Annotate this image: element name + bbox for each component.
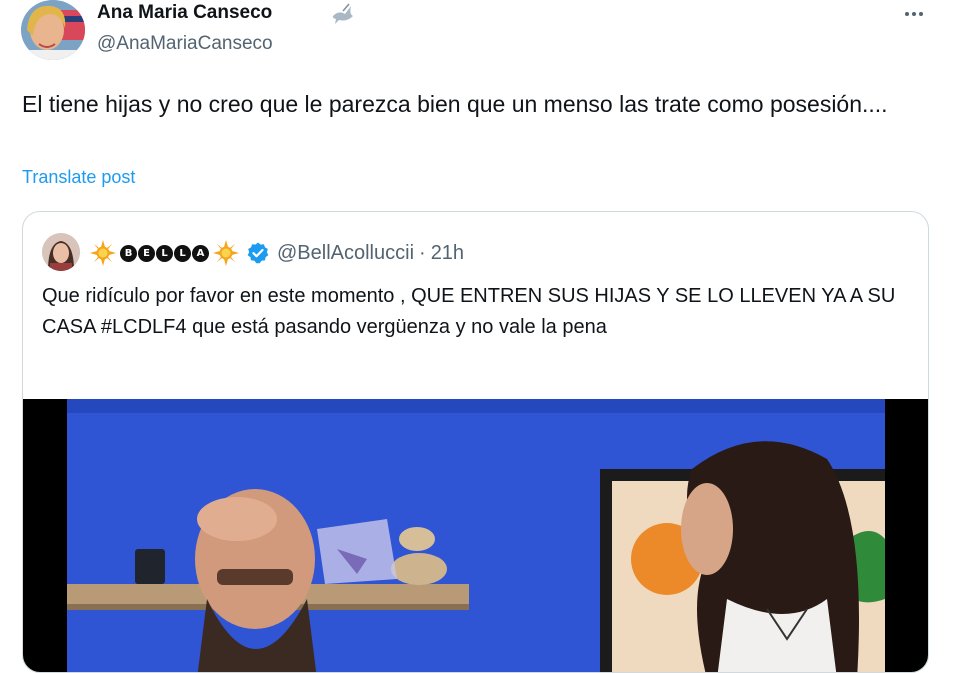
- dove-icon: [329, 2, 357, 26]
- author-name[interactable]: Ana Maria Canseco: [97, 2, 272, 24]
- display-name-letter: E: [138, 244, 155, 262]
- more-horizontal-icon: [919, 12, 923, 16]
- quoted-timestamp[interactable]: 21h: [431, 242, 464, 265]
- display-name-letter: L: [174, 244, 191, 262]
- more-options-button[interactable]: [896, 0, 932, 28]
- author-avatar[interactable]: [21, 0, 85, 60]
- quoted-display-name[interactable]: B E L L A: [120, 244, 209, 262]
- quoted-author-row: B E L L A @BellAcolluccii · 21h: [89, 239, 464, 267]
- author-handle[interactable]: @AnaMariaCanseco: [97, 33, 273, 55]
- sun-icon: [90, 240, 116, 266]
- quoted-author-handle[interactable]: @BellAcolluccii: [277, 242, 414, 265]
- quoted-video[interactable]: [23, 399, 928, 672]
- verified-badge-icon: [247, 242, 269, 264]
- more-horizontal-icon: [905, 12, 909, 16]
- tweet-text: El tiene hijas y no creo que le parezca …: [22, 91, 888, 117]
- translate-post-link[interactable]: Translate post: [22, 167, 135, 188]
- video-frame: [67, 399, 885, 672]
- sun-icon: [213, 240, 239, 266]
- display-name-letter: A: [192, 244, 209, 262]
- quoted-tweet-card[interactable]: B E L L A @BellAcolluccii · 21h Que ridí…: [22, 211, 929, 673]
- display-name-letter: L: [156, 244, 173, 262]
- quoted-author-avatar[interactable]: [42, 233, 80, 271]
- meta-separator: ·: [419, 241, 426, 264]
- quoted-tweet-text: Que ridículo por favor en este momento ,…: [42, 285, 896, 338]
- more-horizontal-icon: [912, 12, 916, 16]
- display-name-letter: B: [120, 244, 137, 262]
